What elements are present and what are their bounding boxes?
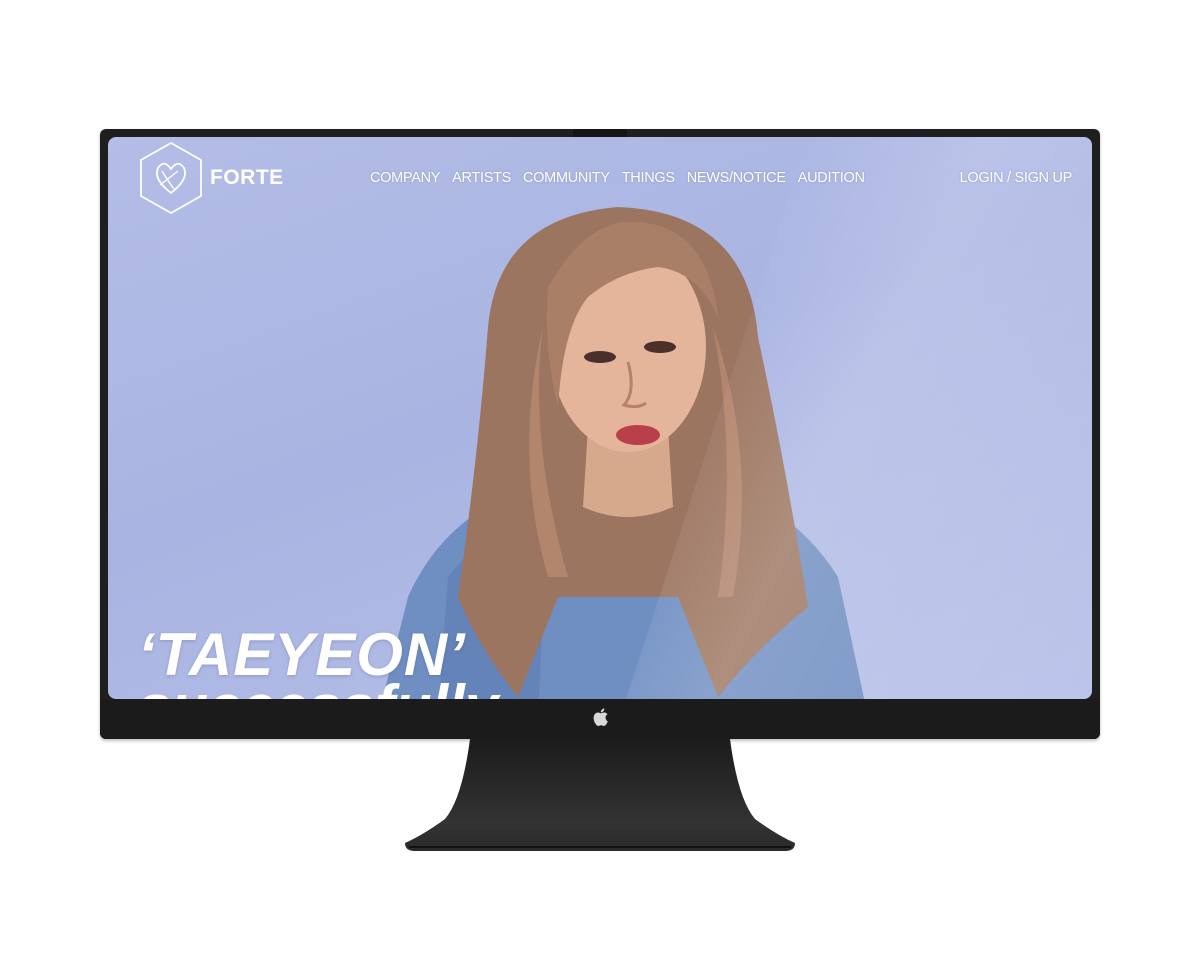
hexagon-heart-logo-icon <box>140 141 202 215</box>
website-screen: FORTE COMPANY ARTISTS COMMUNITY THINGS N… <box>108 137 1092 699</box>
login-signup-link[interactable]: LOGIN / SIGN UP <box>960 170 1073 186</box>
brand-name: FORTE <box>210 166 284 189</box>
nav-item-audition[interactable]: AUDITION <box>798 170 865 186</box>
nav-item-community[interactable]: COMMUNITY <box>523 170 610 186</box>
nav-item-company[interactable]: COMPANY <box>370 170 440 186</box>
brand-logo[interactable]: FORTE <box>138 141 284 215</box>
nav-item-artists[interactable]: ARTISTS <box>452 170 511 186</box>
nav-item-news-notice[interactable]: NEWS/NOTICE <box>687 170 786 186</box>
apple-logo-icon <box>593 708 608 727</box>
top-navigation: FORTE COMPANY ARTISTS COMMUNITY THINGS N… <box>108 137 1092 217</box>
nav-item-things[interactable]: THINGS <box>622 170 675 186</box>
main-menu: COMPANY ARTISTS COMMUNITY THINGS NEWS/NO… <box>370 170 865 186</box>
monitor-frame: FORTE COMPANY ARTISTS COMMUNITY THINGS N… <box>100 129 1100 739</box>
monitor-stand <box>405 739 795 851</box>
hero-subline: successfully <box>138 677 498 700</box>
monitor-mockup: FORTE COMPANY ARTISTS COMMUNITY THINGS N… <box>0 0 1186 969</box>
monitor-chin <box>100 699 1100 739</box>
